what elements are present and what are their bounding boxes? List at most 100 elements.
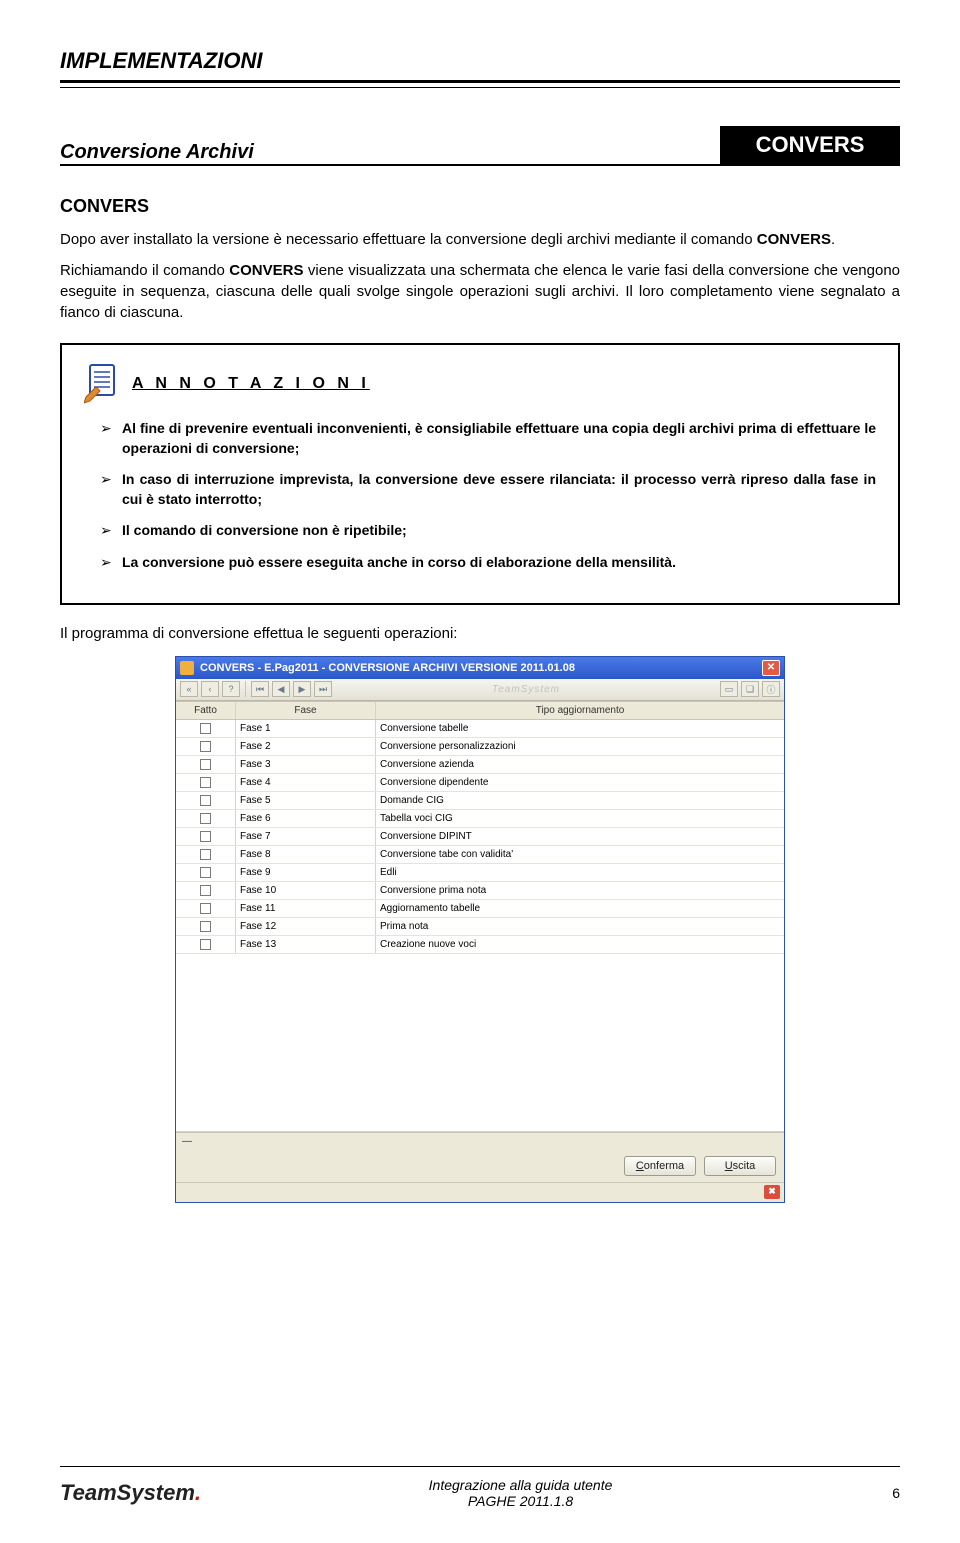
checkbox[interactable] [200, 723, 211, 734]
nav-prev-icon[interactable]: ‹ [201, 681, 219, 697]
checkbox[interactable] [200, 741, 211, 752]
app-window: CONVERS - E.Pag2011 - CONVERSIONE ARCHIV… [175, 656, 785, 1203]
paragraph-1: Dopo aver installato la versione è neces… [60, 229, 900, 250]
checkbox[interactable] [200, 939, 211, 950]
page-number: 6 [840, 1485, 900, 1501]
annotations-list: Al fine di prevenire eventuali inconveni… [84, 419, 876, 573]
col-header-fatto: Fatto [176, 702, 236, 719]
checkbox[interactable] [200, 849, 211, 860]
cell-fase: Fase 4 [236, 774, 376, 791]
page-footer: TeamSystem. Integrazione alla guida uten… [60, 1466, 900, 1509]
table-row: Fase 9Edli [176, 864, 784, 882]
p1-text: Dopo aver installato la versione è neces… [60, 231, 757, 248]
p2a: Richiamando il comando [60, 262, 229, 279]
table-row: Fase 1Conversione tabelle [176, 720, 784, 738]
footer-line2: PAGHE 2011.1.8 [468, 1493, 573, 1509]
annotation-item: Al fine di prevenire eventuali inconveni… [104, 419, 876, 458]
info-icon[interactable]: ⓘ [762, 681, 780, 697]
table-row: Fase 12Prima nota [176, 918, 784, 936]
checkbox[interactable] [200, 903, 211, 914]
subhead: CONVERS [60, 196, 900, 217]
record-prev-icon[interactable]: ◀ [272, 681, 290, 697]
section-header: Conversione Archivi CONVERS [60, 126, 900, 164]
checkbox[interactable] [200, 921, 211, 932]
annotations-title: A N N O T A Z I O N I [132, 375, 370, 393]
folder-icon[interactable]: ▭ [720, 681, 738, 697]
cell-tipo: Edli [376, 864, 784, 881]
note-icon[interactable]: ❏ [741, 681, 759, 697]
p1-end: . [831, 231, 835, 248]
cell-tipo: Creazione nuove voci [376, 936, 784, 953]
exit-button[interactable]: Uscita [704, 1156, 776, 1176]
footer-line1: Integrazione alla guida utente [429, 1477, 613, 1493]
close-icon[interactable]: ✕ [762, 660, 780, 676]
confirm-label-rest: onferma [644, 1160, 684, 1172]
cell-tipo: Tabella voci CIG [376, 810, 784, 827]
grid-body: Fase 1Conversione tabelleFase 2Conversio… [176, 720, 784, 954]
table-row: Fase 11Aggiornamento tabelle [176, 900, 784, 918]
app-icon [180, 661, 194, 675]
record-next-icon[interactable]: ▶ [293, 681, 311, 697]
grid-empty-area [176, 954, 784, 1132]
annotations-box: A N N O T A Z I O N I Al fine di preveni… [60, 343, 900, 605]
p1-bold: CONVERS [757, 231, 831, 248]
cell-fase: Fase 3 [236, 756, 376, 773]
col-header-fase: Fase [236, 702, 376, 719]
cell-fase: Fase 7 [236, 828, 376, 845]
footer-center: Integrazione alla guida utente PAGHE 201… [201, 1477, 840, 1509]
confirm-button[interactable]: Conferma [624, 1156, 696, 1176]
cell-fase: Fase 5 [236, 792, 376, 809]
titlebar-text: CONVERS - E.Pag2011 - CONVERSIONE ARCHIV… [200, 662, 756, 674]
section-underline [60, 164, 900, 166]
grid-header: Fatto Fase Tipo aggiornamento [176, 701, 784, 720]
nav-first-icon[interactable]: « [180, 681, 198, 697]
cancel-icon[interactable]: ✖ [764, 1185, 780, 1199]
table-row: Fase 3Conversione azienda [176, 756, 784, 774]
checkbox[interactable] [200, 885, 211, 896]
cell-fase: Fase 1 [236, 720, 376, 737]
section-left-title: Conversione Archivi [60, 141, 254, 164]
page-title: IMPLEMENTAZIONI [60, 48, 900, 74]
cell-tipo: Conversione tabe con validita' [376, 846, 784, 863]
titlebar: CONVERS - E.Pag2011 - CONVERSIONE ARCHIV… [176, 657, 784, 679]
cell-fase: Fase 12 [236, 918, 376, 935]
exit-label-rest: scita [733, 1160, 756, 1172]
table-row: Fase 7Conversione DIPINT [176, 828, 784, 846]
record-last-icon[interactable]: ⏭ [314, 681, 332, 697]
cell-tipo: Conversione personalizzazioni [376, 738, 784, 755]
logo-dot-icon: . [195, 1480, 201, 1505]
record-first-icon[interactable]: ⏮ [251, 681, 269, 697]
divider-thick [60, 80, 900, 83]
cell-fase: Fase 6 [236, 810, 376, 827]
checkbox[interactable] [200, 759, 211, 770]
toolbar: « ‹ ? ⏮ ◀ ▶ ⏭ TeamSystem ▭ ❏ ⓘ [176, 679, 784, 701]
p2b: CONVERS [229, 262, 303, 279]
cell-tipo: Aggiornamento tabelle [376, 900, 784, 917]
annotation-item: La conversione può essere eseguita anche… [104, 553, 876, 573]
cell-fase: Fase 8 [236, 846, 376, 863]
checkbox[interactable] [200, 831, 211, 842]
cell-tipo: Conversione azienda [376, 756, 784, 773]
checkbox[interactable] [200, 867, 211, 878]
checkbox[interactable] [200, 777, 211, 788]
table-row: Fase 5Domande CIG [176, 792, 784, 810]
table-row: Fase 6Tabella voci CIG [176, 810, 784, 828]
annotation-item: In caso di interruzione imprevista, la c… [104, 470, 876, 509]
cell-fase: Fase 2 [236, 738, 376, 755]
section-badge: CONVERS [720, 126, 900, 164]
cell-fase: Fase 10 [236, 882, 376, 899]
button-row: Conferma Uscita [176, 1150, 784, 1182]
toolbar-separator [245, 681, 246, 697]
checkbox[interactable] [200, 795, 211, 806]
table-row: Fase 13Creazione nuove voci [176, 936, 784, 954]
cell-fase: Fase 13 [236, 936, 376, 953]
table-row: Fase 10Conversione prima nota [176, 882, 784, 900]
annotation-item: Il comando di conversione non è ripetibi… [104, 521, 876, 541]
help-icon[interactable]: ? [222, 681, 240, 697]
notes-icon [84, 363, 120, 405]
cell-tipo: Conversione prima nota [376, 882, 784, 899]
checkbox[interactable] [200, 813, 211, 824]
logo: TeamSystem. [60, 1480, 201, 1506]
window-footer: ✖ [176, 1182, 784, 1202]
status-bar: — [176, 1132, 784, 1150]
